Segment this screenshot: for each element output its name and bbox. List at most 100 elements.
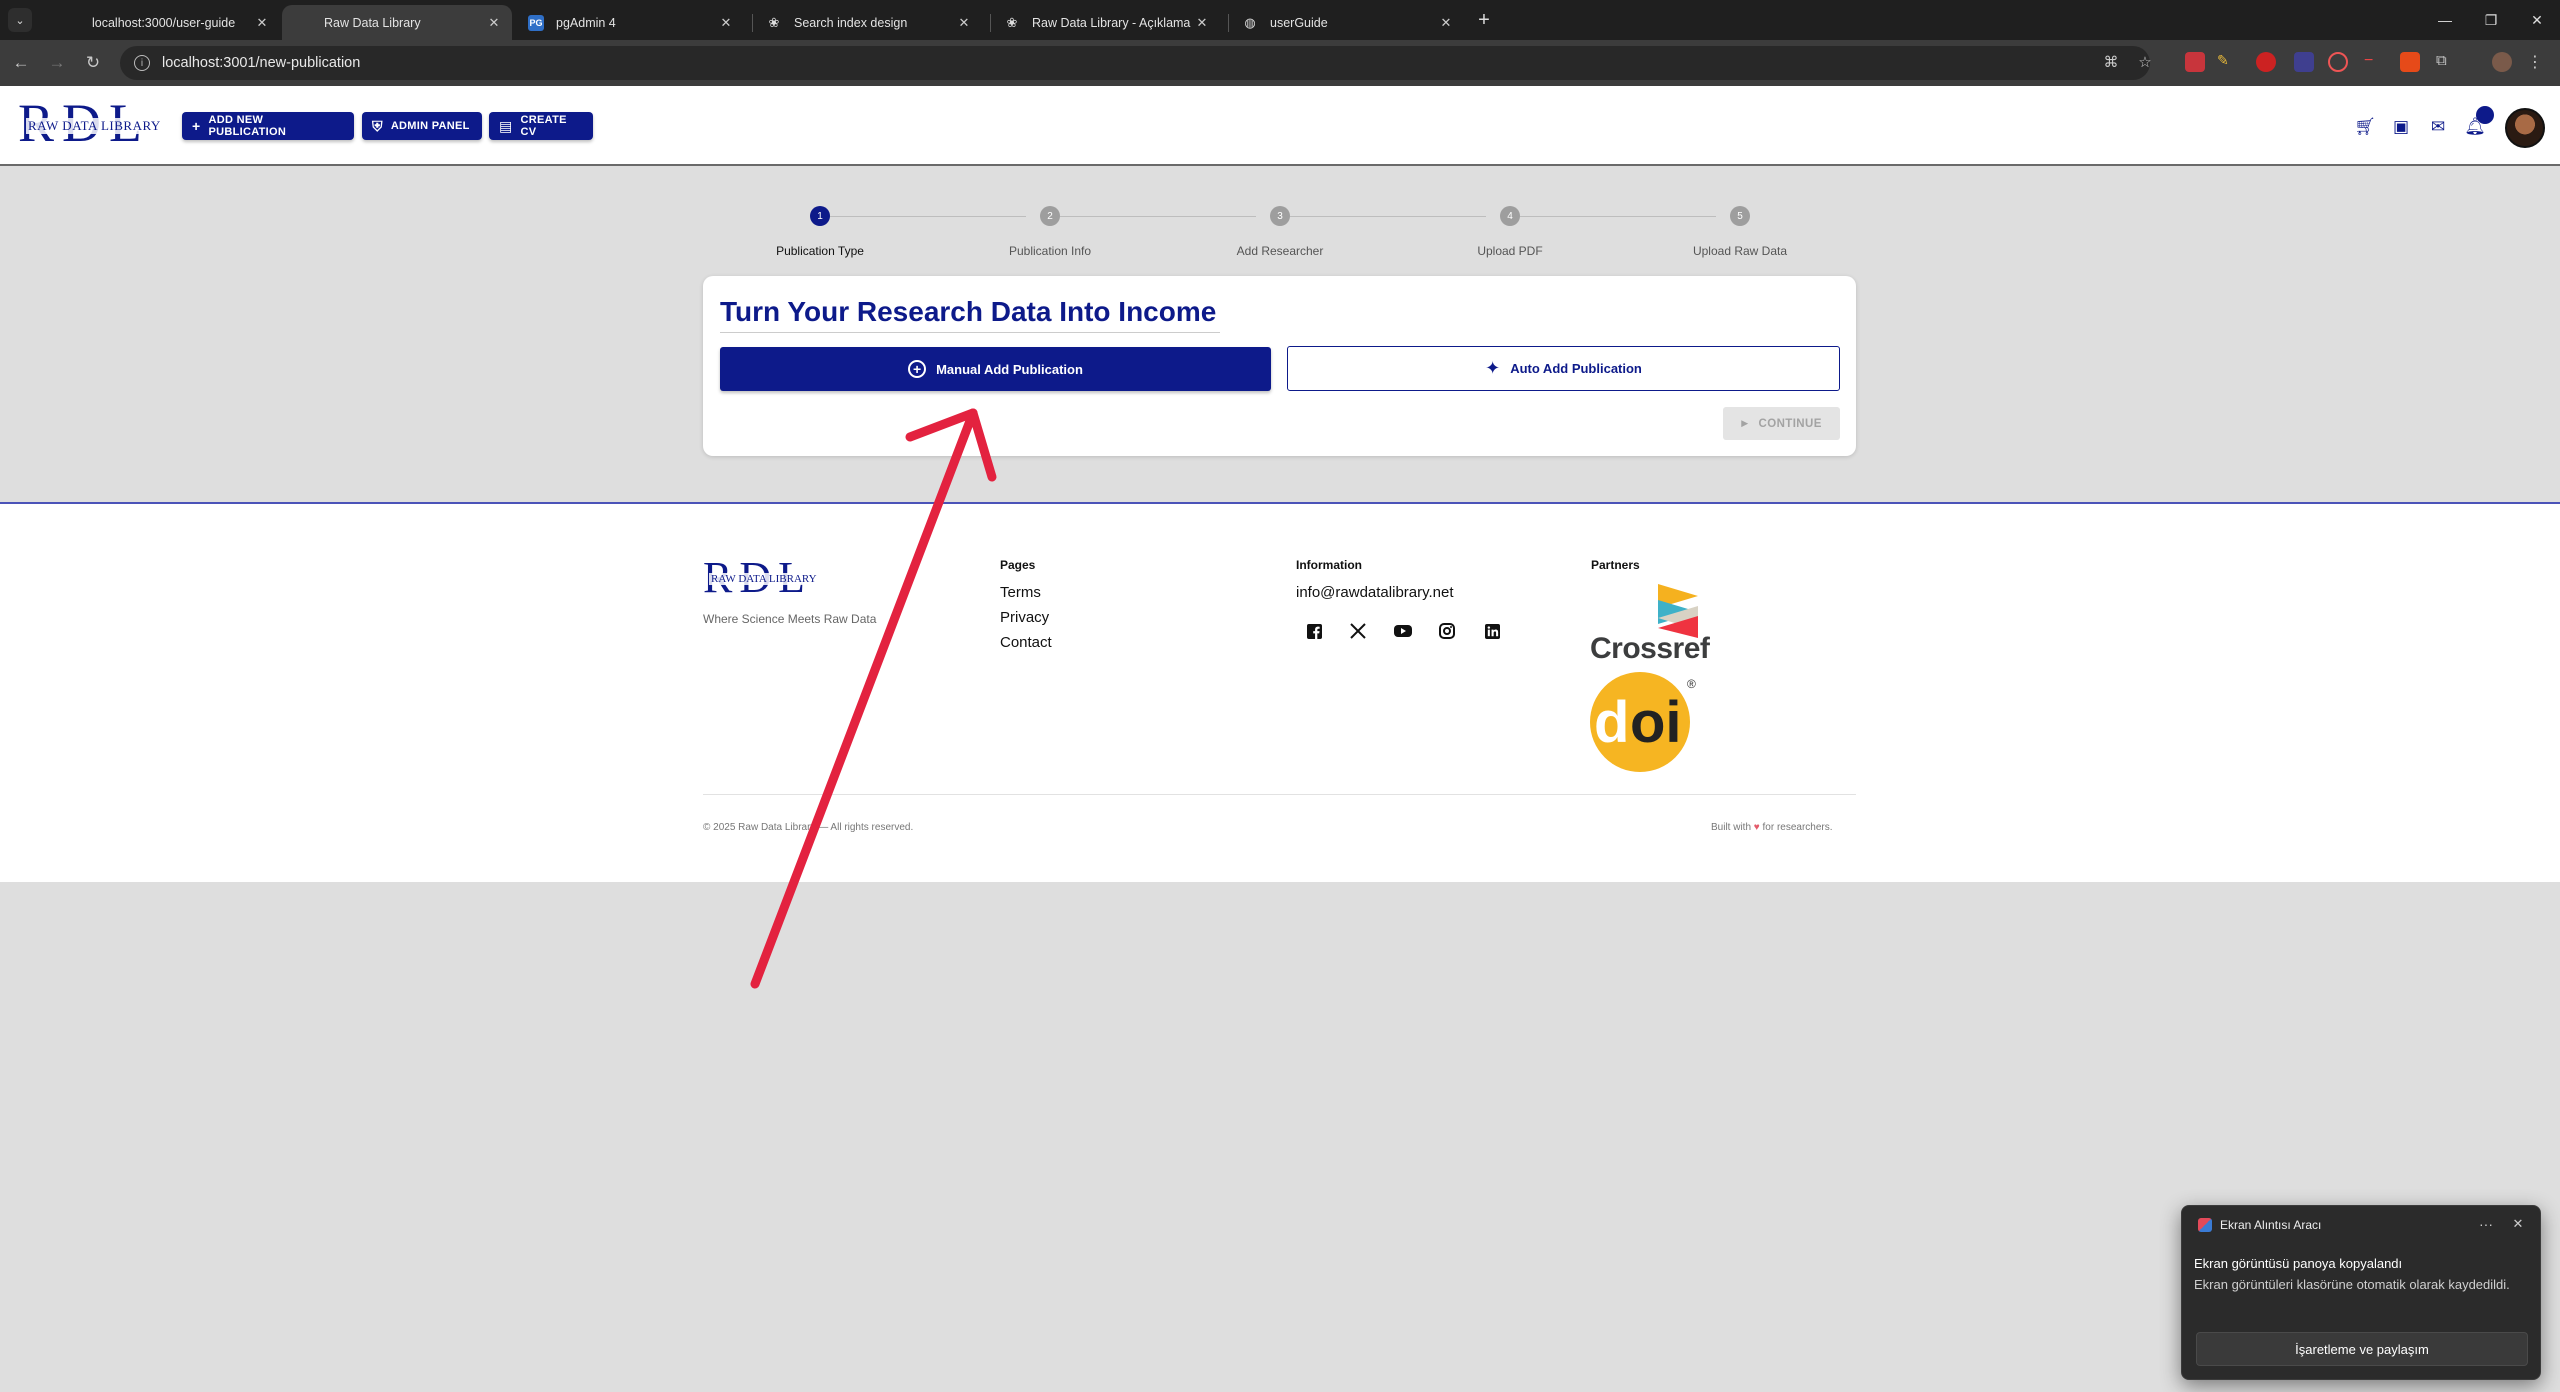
mail-icon[interactable]: ✉ — [2427, 116, 2449, 138]
tab-search-index-design[interactable]: ❀ Search index design ✕ — [752, 5, 982, 40]
rdl-favicon-icon — [296, 15, 312, 31]
built-with-prefix: Built with — [1711, 822, 1752, 833]
back-arrow-icon[interactable]: ← — [8, 50, 34, 76]
heart-icon: ♥ — [1753, 822, 1760, 833]
tab-raw-data-library-aciklama[interactable]: ❀ Raw Data Library - Açıklama ve ✕ — [990, 5, 1220, 40]
doi-letters-oi: oi — [1630, 690, 1682, 755]
extension-icon[interactable] — [2400, 52, 2420, 72]
button-label: ADMIN PANEL — [390, 120, 470, 132]
kebab-menu-icon[interactable]: ⋮ — [2527, 52, 2547, 72]
footer-divider — [703, 794, 1856, 795]
linkedin-icon[interactable] — [1483, 622, 1501, 640]
tab-title: userGuide — [1270, 15, 1328, 30]
create-cv-button[interactable]: ▤ CREATE CV — [489, 112, 593, 140]
publication-type-card: Turn Your Research Data Into Income + Ma… — [703, 276, 1856, 456]
translate-icon[interactable]: ⌘ — [2098, 49, 2124, 75]
facebook-icon[interactable] — [1305, 622, 1323, 640]
add-new-publication-button[interactable]: + ADD NEW PUBLICATION — [182, 112, 354, 140]
site-logo[interactable]: RDL RAW DATA LIBRARY — [18, 96, 168, 154]
close-icon[interactable]: ✕ — [954, 13, 974, 33]
site-info-icon[interactable]: i — [134, 55, 150, 71]
button-label: Auto Add Publication — [1510, 361, 1642, 376]
tab-user-guide[interactable]: localhost:3000/user-guide ✕ — [50, 5, 280, 40]
footer-tagline: Where Science Meets Raw Data — [703, 612, 877, 626]
tab-title: Search index design — [794, 15, 908, 30]
footer-link-privacy[interactable]: Privacy — [1000, 609, 1049, 626]
bookmark-star-icon[interactable]: ☆ — [2132, 49, 2158, 75]
chatgpt-icon: ❀ — [768, 14, 780, 30]
tab-list-button[interactable]: ⌄ — [8, 8, 32, 32]
close-icon[interactable]: ✕ — [2506, 1214, 2530, 1234]
extension-icon[interactable] — [2328, 52, 2348, 72]
publication-stepper: 1 2 3 4 5 Publication Type Publication I… — [700, 200, 1860, 270]
tab-pgadmin[interactable]: PG pgAdmin 4 ✕ — [514, 5, 744, 40]
button-label: ADD NEW PUBLICATION — [208, 114, 287, 138]
footer-link-terms[interactable]: Terms — [1000, 584, 1041, 601]
footer-email[interactable]: info@rawdatalibrary.net — [1296, 584, 1454, 601]
partners-heading: Partners — [1591, 558, 1640, 572]
step-connector — [1290, 216, 1486, 217]
footer-logo[interactable]: RDL RAW DATA LIBRARY — [703, 556, 843, 600]
youtube-icon[interactable] — [1394, 622, 1412, 640]
close-icon[interactable]: ✕ — [716, 13, 736, 33]
restore-button[interactable]: ❐ — [2468, 0, 2514, 40]
step-connector — [1520, 216, 1716, 217]
cart-icon[interactable]: 🛒︎ — [2354, 116, 2376, 138]
url-text: localhost:3001/new-publication — [162, 55, 361, 71]
user-avatar[interactable] — [2505, 108, 2545, 148]
continue-button[interactable]: ▶ CONTINUE — [1723, 407, 1840, 440]
tab-title: Raw Data Library - Açıklama ve — [1032, 15, 1192, 30]
plus-circle-icon: + — [908, 360, 927, 378]
pencil-extension-icon[interactable]: ✎ — [2217, 52, 2237, 72]
close-icon[interactable]: ✕ — [1192, 13, 1212, 33]
admin-shield-icon: ⛨ — [372, 117, 383, 134]
browser-toolbar: ← → ↻ i localhost:3001/new-publication ⌘… — [0, 40, 2560, 86]
address-bar[interactable]: i localhost:3001/new-publication — [120, 46, 2150, 80]
close-icon[interactable]: ✕ — [252, 13, 272, 33]
profile-icon[interactable] — [2492, 52, 2512, 72]
close-icon[interactable]: ✕ — [484, 13, 504, 33]
extension-icon[interactable]: − — [2364, 52, 2384, 72]
extensions-puzzle-icon[interactable]: ⧉ — [2436, 52, 2456, 72]
minimize-button[interactable]: — — [2422, 0, 2468, 40]
button-label: Manual Add Publication — [936, 361, 1083, 377]
markup-and-share-button[interactable]: İşaretleme ve paylaşım — [2196, 1332, 2528, 1366]
step-3-dot: 3 — [1270, 206, 1290, 226]
tab-raw-data-library[interactable]: Raw Data Library ✕ — [282, 5, 512, 40]
tab-title: localhost:3000/user-guide — [92, 15, 236, 30]
step-connector — [830, 216, 1026, 217]
extension-icon[interactable] — [2185, 52, 2205, 72]
snipping-tool-icon — [2198, 1218, 2212, 1232]
new-tab-button[interactable]: + — [1472, 8, 1496, 32]
instagram-icon[interactable] — [1438, 622, 1456, 640]
auto-add-publication-button[interactable]: ✦ Auto Add Publication — [1287, 346, 1840, 391]
notification-badge — [2476, 106, 2494, 124]
window-close-button[interactable]: ✕ — [2514, 0, 2560, 40]
plus-icon: + — [192, 118, 201, 134]
doi-logo[interactable]: d oi ® — [1590, 670, 1700, 780]
crossref-wordmark: Crossref — [1590, 632, 1710, 665]
doi-letter-d: d — [1594, 690, 1629, 755]
built-with-suffix: for researchers. — [1762, 822, 1833, 833]
reload-icon[interactable]: ↻ — [80, 50, 106, 76]
registered-mark: ® — [1687, 677, 1696, 691]
x-twitter-icon[interactable] — [1349, 622, 1367, 640]
more-options-icon[interactable]: ··· — [2474, 1214, 2498, 1234]
close-icon[interactable]: ✕ — [1436, 13, 1456, 33]
library-icon[interactable]: ▣ — [2390, 116, 2412, 138]
tab-userguide[interactable]: ◍ userGuide ✕ — [1228, 5, 1464, 40]
extension-icon[interactable] — [2294, 52, 2314, 72]
manual-add-publication-button[interactable]: + Manual Add Publication — [720, 347, 1271, 391]
admin-panel-button[interactable]: ⛨ ADMIN PANEL — [362, 112, 482, 140]
forward-arrow-icon[interactable]: → — [44, 50, 70, 76]
logo-subtitle: RAW DATA LIBRARY — [26, 118, 163, 134]
app-header: RDL RAW DATA LIBRARY + ADD NEW PUBLICATI… — [0, 86, 2560, 166]
snipping-tool-notification: Ekran Alıntısı Aracı ··· ✕ Ekran görüntü… — [2181, 1205, 2541, 1380]
built-with-text: Built with ♥ for researchers. — [1711, 822, 1833, 833]
step-2-label: Publication Info — [1008, 244, 1092, 258]
extension-icon[interactable] — [2256, 52, 2276, 72]
card-title: Turn Your Research Data Into Income — [720, 296, 1217, 327]
footer-link-contact[interactable]: Contact — [1000, 634, 1052, 651]
toast-body: Ekran görüntüleri klasörüne otomatik ola… — [2194, 1277, 2510, 1292]
crossref-logo[interactable]: Crossref — [1590, 582, 1730, 666]
